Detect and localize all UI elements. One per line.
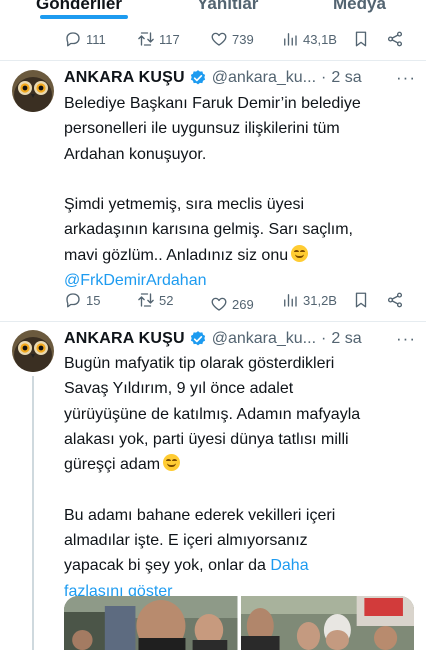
active-tab-indicator — [40, 15, 128, 19]
tweet-line: arkadaşının karısına gelmiş. Sarı saçlım… — [64, 221, 353, 239]
reply-count: 111 — [86, 31, 106, 47]
tweet-line: Şimdi yetmemiş, sıra meclis üyesi — [64, 196, 305, 214]
share-button[interactable] — [386, 286, 404, 314]
tweet-line-with-emoji: güreşçi adam — [64, 452, 416, 477]
bookmark-button[interactable] — [352, 25, 370, 53]
author-handle[interactable]: @ankara_ku... — [212, 69, 316, 87]
profile-tabs: Gönderiler Yanıtlar Medya — [0, 0, 426, 20]
owl-avatar-image — [12, 70, 54, 112]
like-button[interactable]: 739 — [210, 25, 254, 53]
tweet-line: yapacak bi şey yok, onlar da — [64, 557, 266, 575]
tweet-line — [64, 477, 416, 502]
bookmark-icon — [355, 292, 367, 308]
tweet-line: personelleri ile uygunsuz ilişkilerini t… — [64, 120, 340, 138]
share-button[interactable] — [386, 25, 404, 53]
separator-dot: · — [321, 330, 327, 347]
tweet-text: Bugün mafyatik tip olarak gösterdikleri … — [64, 351, 416, 604]
retweet-icon — [138, 293, 154, 307]
tweet-line-with-link: yapacak bi şey yok, onlar da Daha — [64, 553, 416, 578]
reply-count: 15 — [86, 292, 101, 308]
tweet-line: Bu adamı bahane ederek vekilleri içeri — [64, 506, 336, 524]
heart-icon — [211, 297, 227, 311]
views-button[interactable]: 43,1B — [281, 25, 337, 53]
author-name[interactable]: ANKARA KUŞU — [64, 69, 185, 87]
heart-icon — [211, 32, 227, 46]
timestamp[interactable]: 2 sa — [331, 330, 361, 348]
more-icon[interactable]: ··· — [396, 67, 416, 89]
avatar[interactable] — [12, 70, 54, 112]
retweet-icon — [138, 32, 154, 46]
like-count: 739 — [232, 31, 254, 47]
retweet-button[interactable]: 117 — [137, 25, 180, 53]
retweet-button[interactable]: 52 — [137, 286, 173, 314]
reply-icon — [66, 32, 80, 47]
timestamp[interactable]: 2 sa — [331, 69, 361, 87]
bookmark-button[interactable] — [352, 286, 370, 314]
tweet-divider — [0, 60, 426, 61]
tweet-actions: 15 52 269 31,2B — [0, 286, 426, 314]
smiling-emoji-icon — [163, 454, 181, 472]
tweet-line: mavi gözlüm.. Anladınız siz onu — [64, 246, 289, 264]
tweet-divider — [0, 321, 426, 322]
tweet-line: almadılar işte. E içeri almıyorsanız — [64, 532, 308, 550]
media-photo[interactable] — [64, 596, 238, 650]
crowd-photo-image — [64, 596, 238, 650]
like-count: 269 — [232, 296, 254, 312]
tab-posts[interactable]: Gönderiler — [36, 0, 122, 14]
tweet-line: yürüyüşüne de katılmış. Adamın mafyayla — [64, 405, 361, 423]
thread-line — [32, 376, 34, 650]
share-icon — [387, 292, 403, 308]
tweet-line: Belediye Başkanı Faruk Demir’in belediye — [64, 95, 361, 112]
retweet-count: 52 — [159, 292, 174, 308]
bookmark-icon — [355, 31, 367, 47]
tweet-line: Savaş Yıldırım, 9 yıl önce adalet — [64, 380, 294, 398]
tweet-line — [64, 167, 416, 192]
crowd-photo-image — [240, 596, 414, 650]
reply-button[interactable]: 15 — [64, 286, 100, 314]
views-count: 43,1B — [303, 31, 337, 47]
tweet-actions: 111 117 739 43,1B — [0, 25, 426, 53]
tab-replies[interactable]: Yanıtlar — [197, 0, 258, 14]
avatar[interactable] — [12, 330, 54, 372]
more-icon[interactable]: ··· — [396, 328, 416, 350]
views-icon — [284, 33, 297, 46]
verified-badge-icon — [190, 70, 205, 85]
views-count: 31,2B — [303, 292, 337, 308]
retweet-count: 117 — [159, 31, 180, 47]
tweet-line: Bugün mafyatik tip olarak gösterdikleri — [64, 355, 335, 372]
tweet-line-with-emoji: mavi gözlüm.. Anladınız siz onu — [64, 243, 416, 268]
separator-dot: · — [321, 69, 327, 86]
views-button[interactable]: 31,2B — [281, 286, 337, 314]
media-photo[interactable] — [240, 596, 414, 650]
tweet-line: alakası yok, parti üyesi dünya tatlısı m… — [64, 430, 349, 448]
tweet-media[interactable] — [64, 596, 414, 650]
owl-avatar-image — [12, 330, 54, 372]
reply-button[interactable]: 111 — [64, 25, 106, 53]
like-button[interactable]: 269 — [210, 290, 254, 318]
tweet-text: Belediye Başkanı Faruk Demir’in belediye… — [64, 91, 416, 293]
show-more-link[interactable]: Daha — [270, 557, 308, 574]
tweet-header: ANKARA KUŞU @ankara_ku... · 2 sa — [64, 67, 362, 89]
reply-icon — [66, 293, 80, 308]
author-name[interactable]: ANKARA KUŞU — [64, 330, 185, 348]
verified-badge-icon — [190, 331, 205, 346]
tweet-line: güreşçi adam — [64, 456, 161, 474]
views-icon — [284, 294, 297, 307]
tweet-line: Ardahan konuşuyor. — [64, 145, 207, 163]
tweet-header: ANKARA KUŞU @ankara_ku... · 2 sa — [64, 328, 362, 350]
share-icon — [387, 31, 403, 47]
tab-media[interactable]: Medya — [333, 0, 386, 14]
author-handle[interactable]: @ankara_ku... — [212, 330, 316, 348]
smiling-emoji-icon — [291, 244, 309, 262]
